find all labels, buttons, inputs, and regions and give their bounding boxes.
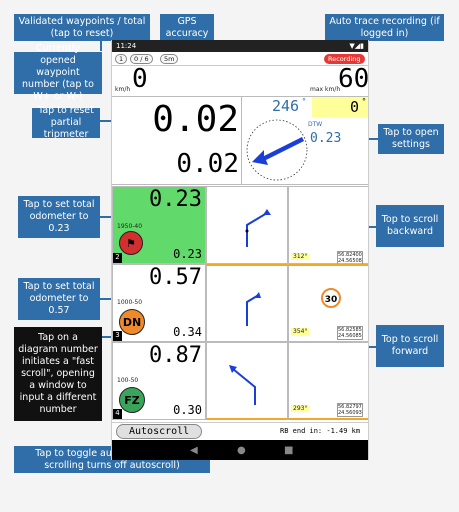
roadbook-row-odo-cell[interactable]: 0.23 1950-40 ⚑ 0.23 2 bbox=[112, 186, 206, 264]
tulip-diagram bbox=[206, 186, 288, 264]
callout-text: Tap to reset partial tripmeter bbox=[38, 105, 94, 140]
chip-gps-accuracy: 5m bbox=[160, 54, 179, 64]
recording-badge: Recording bbox=[324, 54, 365, 64]
speed-row: 0 km/h 60 max km/h bbox=[112, 64, 369, 97]
speed-unit: km/h bbox=[115, 86, 131, 93]
row-partial: 0.34 bbox=[173, 325, 202, 339]
max-speed: 60 bbox=[338, 64, 369, 94]
row-coords: 56.82797 24.56093 bbox=[337, 403, 363, 417]
callout-set-odo-023: Tap to set total odometer to 0.23 bbox=[18, 196, 100, 238]
route-arrow-icon bbox=[246, 292, 261, 326]
callout-text: Auto trace recording (if logged in) bbox=[329, 15, 440, 39]
callout-text: Tap to set total odometer to 0.23 bbox=[23, 199, 95, 234]
scroll-frame bbox=[368, 264, 369, 420]
flag-badge-icon: ⚑ bbox=[119, 231, 143, 255]
phone-screen: 11:24 ▼◢▮ 1 0 / 6 5m Recording 0 km/h 60… bbox=[111, 40, 369, 460]
partial-tripmeter[interactable]: 0.02 bbox=[152, 99, 239, 140]
row-distance: 1000-50 bbox=[117, 299, 143, 306]
callout-scroll-forward: Top to scroll forward bbox=[376, 325, 444, 367]
compass-arrow-icon bbox=[246, 119, 308, 181]
tripmeter-panel[interactable]: 0.02 0.02 bbox=[112, 97, 242, 185]
row-distance: 100-50 bbox=[117, 377, 139, 384]
status-time: 11:24 bbox=[116, 42, 137, 50]
callout-text: Tap to open settings bbox=[383, 127, 439, 150]
route-arrow-icon bbox=[245, 209, 271, 247]
connector-line bbox=[100, 41, 102, 51]
status-bar: 11:24 ▼◢▮ bbox=[112, 40, 368, 52]
route-arrow-icon bbox=[229, 365, 256, 405]
footer-bar: Autoscroll RB end in: -1.49 km bbox=[112, 422, 368, 440]
dtw-label: DTW bbox=[308, 121, 323, 128]
callout-scroll-backward: Top to scroll backward bbox=[376, 205, 444, 247]
row-odo[interactable]: 0.23 bbox=[149, 187, 202, 212]
callout-text: GPS accuracy bbox=[165, 15, 209, 39]
callout-gps-accuracy: GPS accuracy bbox=[160, 14, 214, 41]
recents-icon[interactable]: ■ bbox=[284, 445, 293, 456]
row-coords: 56.82400 24.56508 bbox=[337, 251, 363, 265]
callout-fast-scroll: Tap on a diagram number initiates a "fas… bbox=[14, 327, 102, 421]
notes-cell: 312° 56.82400 24.56508 bbox=[288, 186, 368, 265]
roadbook[interactable]: 0.23 1950-40 ⚑ 0.23 2 312° 56.82400 24.5… bbox=[112, 186, 369, 422]
callout-validated-waypoints: Validated waypoints / total (tap to rese… bbox=[14, 14, 150, 41]
cap-unit: ° bbox=[362, 97, 366, 106]
rb-end-text: RB end in: -1.49 km bbox=[280, 427, 361, 435]
header-bar: 1 0 / 6 5m Recording bbox=[112, 52, 368, 66]
status-icons: ▼◢▮ bbox=[349, 42, 364, 50]
total-tripmeter: 0.02 bbox=[176, 149, 239, 179]
max-speed-unit: max km/h bbox=[310, 86, 341, 93]
callout-text: Validated waypoints / total (tap to rese… bbox=[18, 15, 146, 39]
callout-text: Top to scroll forward bbox=[381, 334, 439, 357]
roadbook-row-odo-cell[interactable]: 0.57 1000-50 DN 0.34 3 bbox=[112, 264, 206, 342]
diagram-number[interactable]: 3 bbox=[113, 331, 122, 341]
callout-text: Top to scroll backward bbox=[381, 214, 439, 237]
notes-cell: 293° 56.82797 24.56093 bbox=[288, 342, 368, 420]
notes-cell: 30 354° 56.82585 24.56085 bbox=[288, 264, 368, 342]
row-partial: 0.23 bbox=[173, 247, 202, 261]
row-odo[interactable]: 0.87 bbox=[149, 343, 202, 368]
autoscroll-button[interactable]: Autoscroll bbox=[116, 424, 203, 439]
row-note: 312° bbox=[291, 253, 310, 260]
chip-opened-waypoint[interactable]: 1 bbox=[115, 54, 128, 64]
speed-limit-sign: 30 bbox=[321, 288, 341, 308]
cap-value: 0 bbox=[350, 98, 360, 116]
back-icon[interactable]: ◀ bbox=[190, 445, 198, 456]
current-speed: 0 bbox=[132, 64, 148, 94]
row-odo[interactable]: 0.57 bbox=[149, 265, 202, 290]
row-note: 354° bbox=[291, 328, 310, 335]
dn-badge: DN bbox=[119, 309, 145, 335]
cap-box[interactable] bbox=[312, 97, 368, 117]
diagram-number[interactable]: 2 bbox=[113, 253, 122, 263]
callout-text: Tap to set total odometer to 0.57 bbox=[23, 281, 95, 316]
callout-reset-partial: Tap to reset partial tripmeter bbox=[32, 105, 100, 140]
roadbook-row-odo-cell[interactable]: 0.87 100-50 FZ 0.30 4 bbox=[112, 342, 206, 420]
tulip-diagram bbox=[206, 342, 288, 420]
callout-current-waypoint: Currently opened waypoint number (tap to… bbox=[14, 43, 102, 102]
row-coords: 56.82585 24.56085 bbox=[337, 326, 363, 340]
row-partial: 0.30 bbox=[173, 403, 202, 417]
chip-validated-waypoints[interactable]: 0 / 6 bbox=[130, 54, 153, 64]
callout-set-odo-057: Tap to set total odometer to 0.57 bbox=[18, 278, 100, 320]
compass-heading: 246 bbox=[272, 97, 300, 115]
callout-auto-trace: Auto trace recording (if logged in) bbox=[325, 14, 444, 41]
android-nav-bar: ◀ ● ■ bbox=[112, 440, 368, 460]
callout-open-settings: Tap to open settings bbox=[378, 124, 444, 154]
row-note: 293° bbox=[291, 405, 310, 412]
home-icon[interactable]: ● bbox=[237, 445, 246, 456]
callout-text: Tap on a diagram number initiates a "fas… bbox=[18, 332, 98, 415]
callout-text: Currently opened waypoint number (tap to… bbox=[22, 43, 94, 102]
tulip-diagram bbox=[206, 264, 288, 342]
dtw-value: 0.23 bbox=[310, 131, 342, 146]
diagram-number[interactable]: 4 bbox=[113, 409, 122, 419]
heading-unit: ° bbox=[302, 97, 306, 106]
reflection bbox=[140, 476, 300, 506]
fz-badge: FZ bbox=[119, 387, 145, 413]
row-distance: 1950-40 bbox=[117, 223, 143, 230]
compass-panel[interactable]: 246 ° 0 ° DTW 0.23 bbox=[242, 97, 368, 185]
